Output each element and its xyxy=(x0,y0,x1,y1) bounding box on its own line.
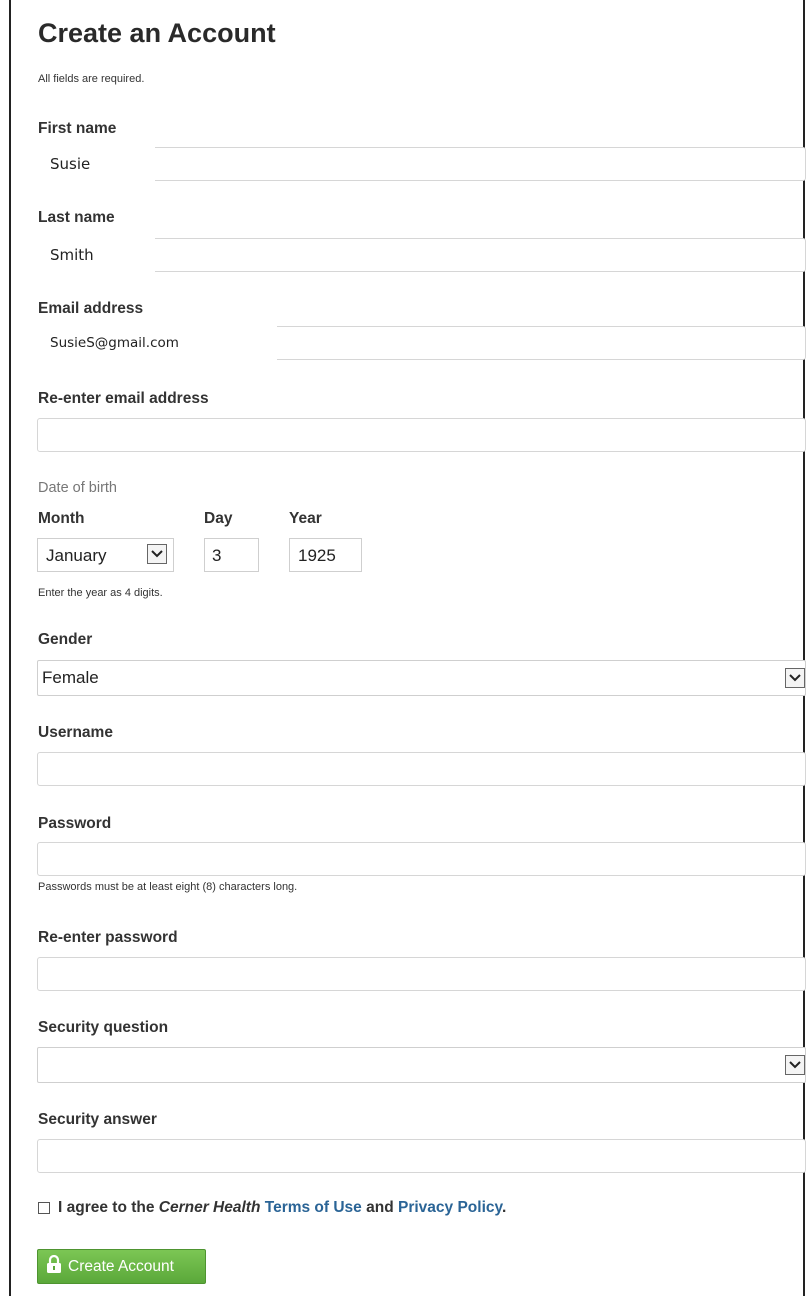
first-name-value: Susie xyxy=(37,147,155,181)
password-field[interactable] xyxy=(37,842,806,876)
security-answer-label: Security answer xyxy=(38,1111,157,1128)
dob-year-field[interactable]: 1925 xyxy=(289,538,362,572)
dob-year-value: 1925 xyxy=(298,546,336,565)
page-title: Create an Account xyxy=(38,18,276,48)
agree-and: and xyxy=(366,1199,394,1216)
agree-prefix: I agree to the xyxy=(58,1199,155,1216)
email-value: SusieS@gmail.com xyxy=(37,326,277,360)
security-answer-field[interactable] xyxy=(37,1139,806,1173)
security-question-label: Security question xyxy=(38,1019,169,1036)
dob-month-label: Month xyxy=(38,510,85,527)
chevron-down-icon xyxy=(785,1055,805,1075)
chevron-down-icon xyxy=(785,668,805,688)
page-frame xyxy=(9,0,805,1296)
agree-brand: Cerner Health xyxy=(158,1199,261,1216)
gender-select[interactable]: Female xyxy=(37,660,806,696)
password-confirm-label: Re-enter password xyxy=(38,929,178,946)
dob-month-value: January xyxy=(46,546,107,565)
terms-of-use-link[interactable]: Terms of Use xyxy=(265,1199,362,1216)
dob-hint: Enter the year as 4 digits. xyxy=(38,587,163,599)
username-label: Username xyxy=(38,724,113,741)
dob-day-label: Day xyxy=(204,510,233,527)
create-account-button[interactable]: Create Account xyxy=(37,1249,206,1284)
last-name-field[interactable]: Smith xyxy=(37,238,806,272)
dob-day-value: 3 xyxy=(212,546,222,565)
agree-suffix: . xyxy=(501,1199,507,1216)
password-label: Password xyxy=(38,815,112,832)
privacy-policy-link[interactable]: Privacy Policy xyxy=(398,1199,502,1216)
first-name-label: First name xyxy=(38,120,117,137)
dob-month-select[interactable]: January xyxy=(37,538,174,572)
first-name-field[interactable]: Susie xyxy=(37,147,806,181)
password-confirm-field[interactable] xyxy=(37,957,806,991)
agree-checkbox[interactable] xyxy=(38,1202,50,1214)
dob-day-field[interactable]: 3 xyxy=(204,538,259,572)
dob-year-label: Year xyxy=(289,510,322,527)
email-field[interactable]: SusieS@gmail.com xyxy=(37,326,806,360)
email-confirm-label: Re-enter email address xyxy=(38,390,209,407)
username-field[interactable] xyxy=(37,752,806,786)
gender-value: Female xyxy=(42,668,99,687)
email-confirm-field[interactable] xyxy=(37,418,806,452)
gender-label: Gender xyxy=(38,631,93,648)
email-label: Email address xyxy=(38,300,144,317)
dob-label: Date of birth xyxy=(38,480,117,496)
last-name-value: Smith xyxy=(37,238,155,272)
security-question-select[interactable] xyxy=(37,1047,806,1083)
chevron-down-icon xyxy=(147,544,167,564)
create-account-label: Create Account xyxy=(68,1257,174,1275)
last-name-label: Last name xyxy=(38,209,115,226)
agree-text: I agree to the Cerner Health Terms of Us… xyxy=(58,1199,506,1217)
required-note: All fields are required. xyxy=(38,73,145,85)
password-hint: Passwords must be at least eight (8) cha… xyxy=(38,881,298,893)
lock-icon xyxy=(46,1254,62,1278)
